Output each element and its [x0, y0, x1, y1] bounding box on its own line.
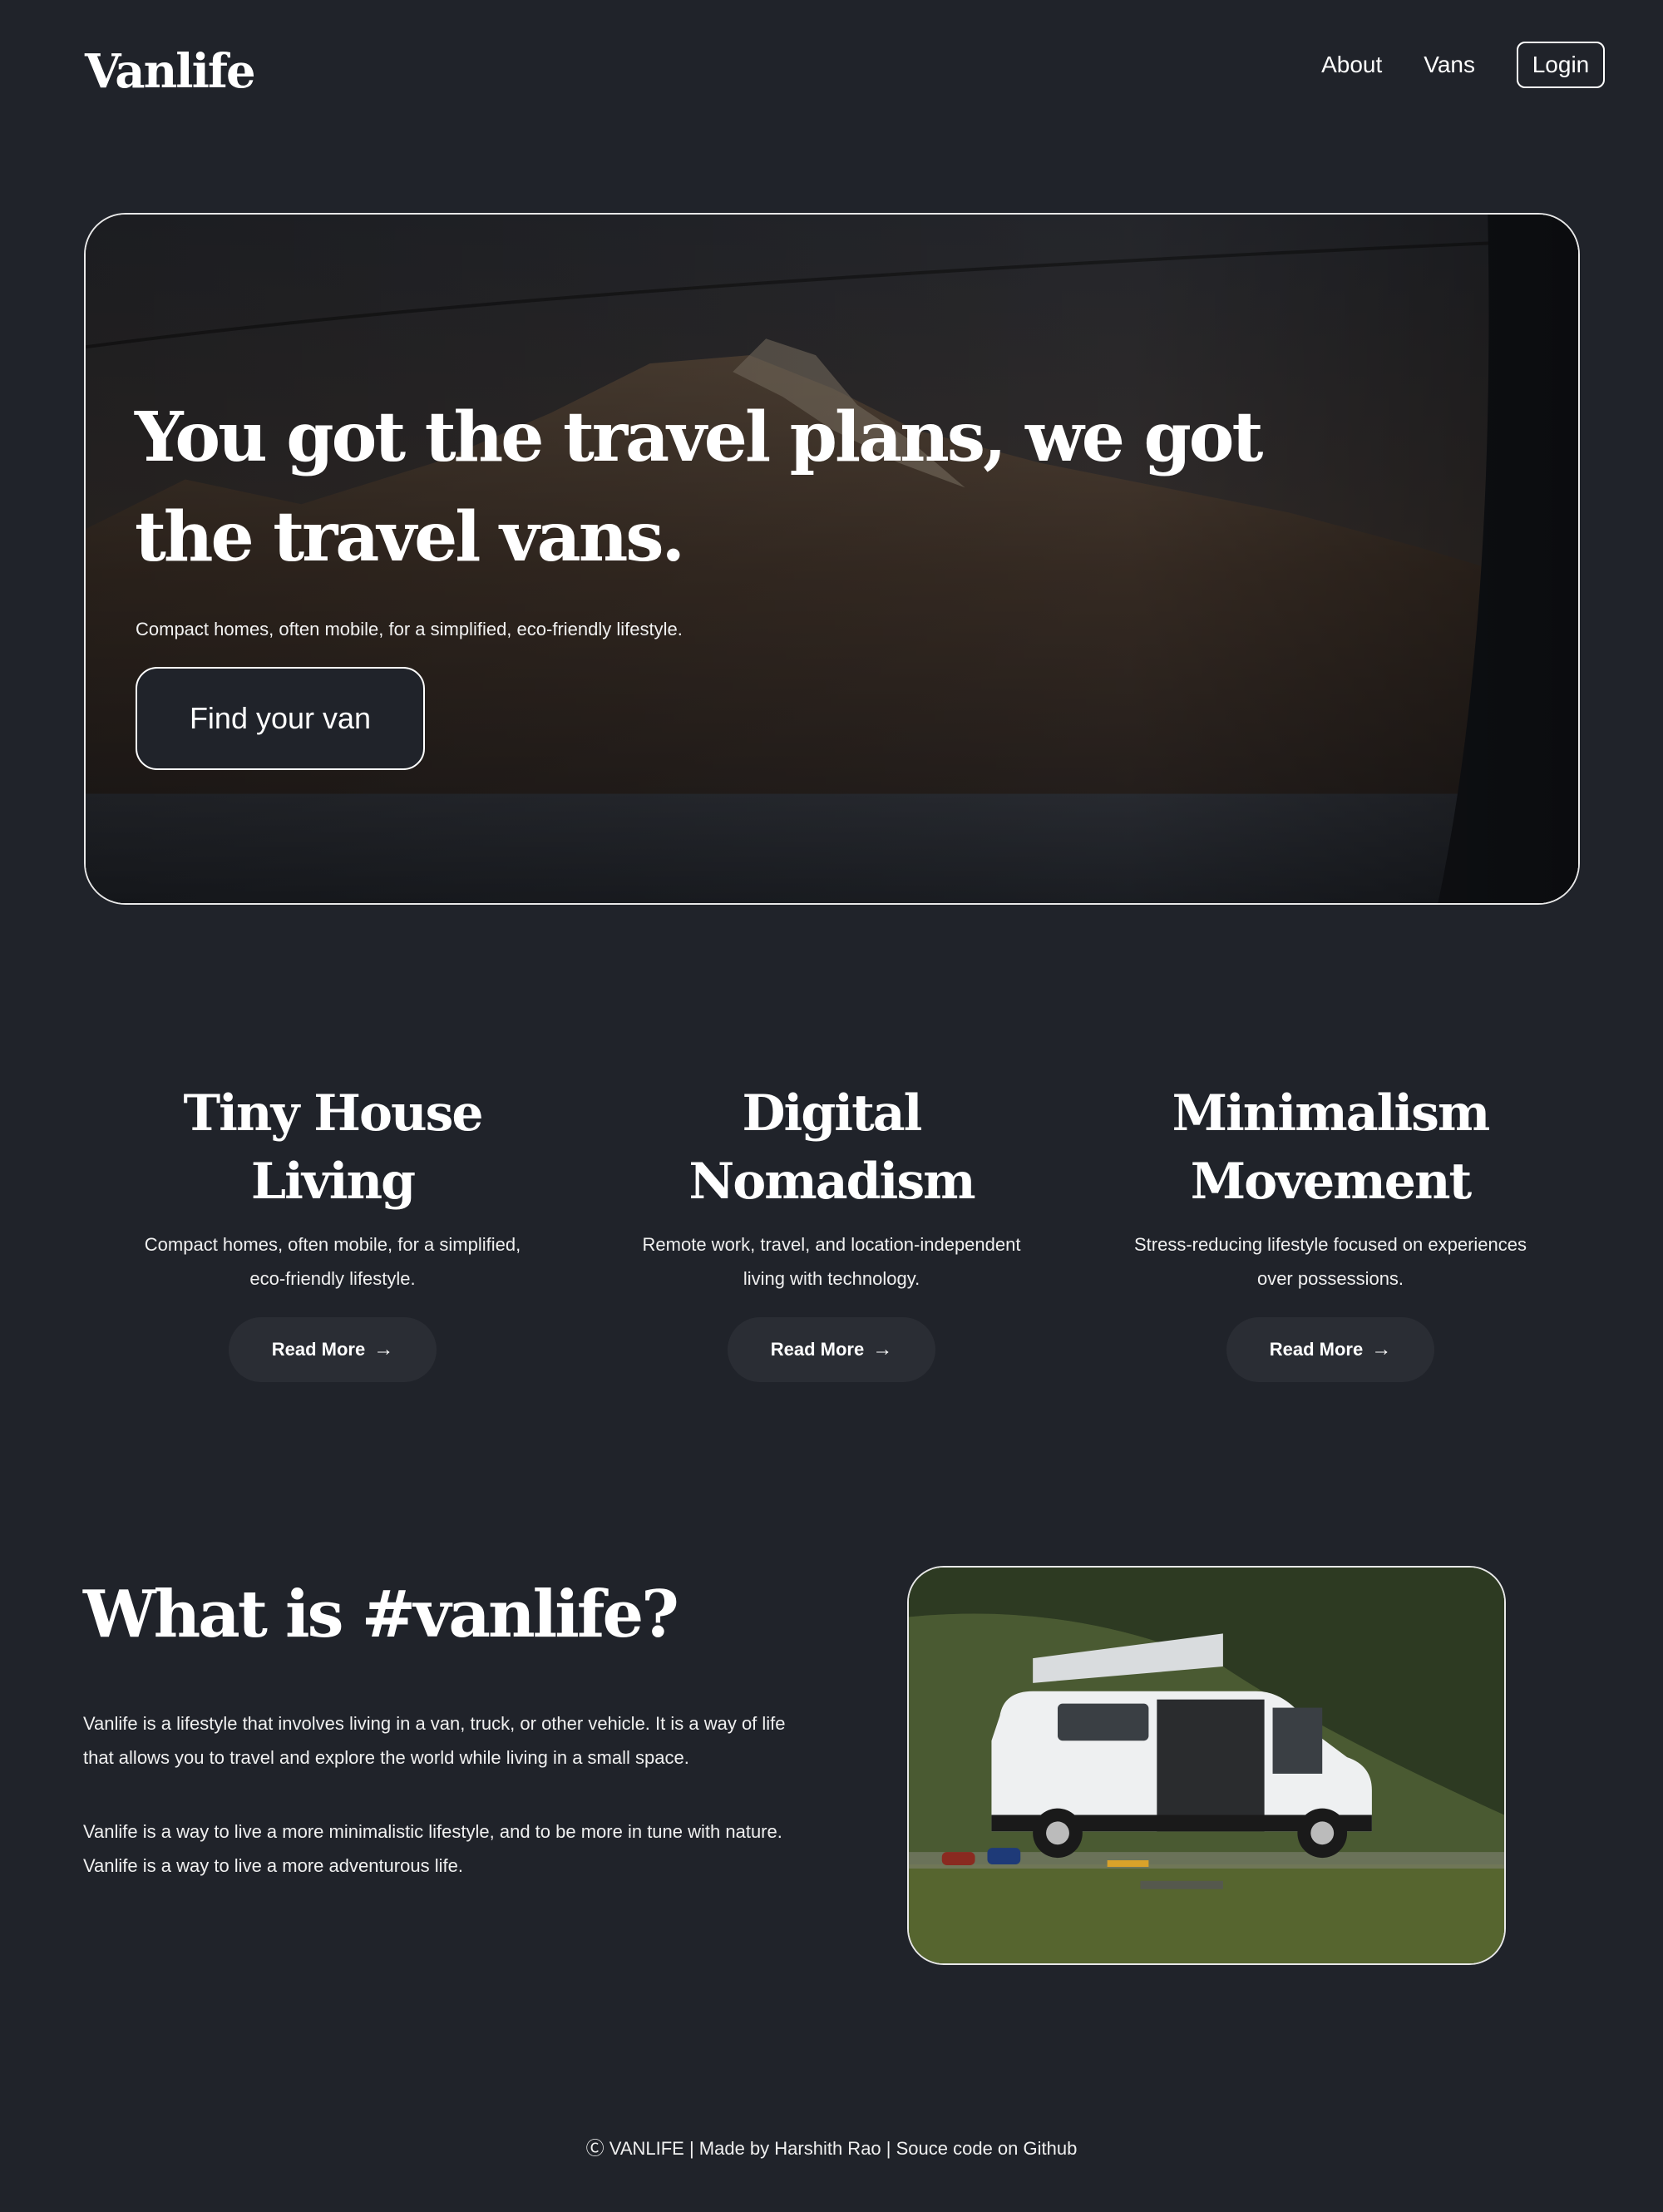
arrow-right-icon: →: [872, 1338, 893, 1360]
read-more-button[interactable]: Read More →: [728, 1317, 935, 1382]
about-paragraph: Vanlife is a way to live a more minimali…: [83, 1821, 782, 1876]
arrow-right-icon: →: [373, 1338, 394, 1360]
login-button[interactable]: Login: [1517, 42, 1605, 88]
hero-section: You got the travel plans, we got the tra…: [84, 213, 1580, 905]
feature-title: Minimalism Movement: [1172, 1084, 1491, 1211]
feature-description: Stress-reducing lifestyle focused on exp…: [1133, 1234, 1527, 1289]
feature-card-digital-nomadism: Digital Nomadism Remote work, travel, an…: [599, 1079, 1064, 1382]
site-logo[interactable]: Vanlife: [85, 42, 256, 101]
nav-link-about[interactable]: About: [1321, 52, 1382, 78]
nav-link-vans[interactable]: Vans: [1424, 52, 1475, 78]
feature-title: Digital Nomadism: [688, 1084, 975, 1211]
feature-card-minimalism: Minimalism Movement Stress-reducing life…: [1098, 1079, 1563, 1382]
feature-card-tiny-house: Tiny House Living Compact homes, often m…: [100, 1079, 565, 1382]
footer-text: Ⓒ VANLIFE | Made by Harshith Rao | Souce…: [585, 2138, 1078, 2159]
about-title: What is #vanlife?: [83, 1577, 679, 1652]
van-image: [907, 1566, 1506, 1965]
camper-van-photo: [909, 1568, 1504, 1963]
hero-subtitle: Compact homes, often mobile, for a simpl…: [136, 619, 683, 639]
arrow-right-icon: →: [1371, 1338, 1392, 1360]
read-more-label: Read More: [271, 1339, 366, 1360]
feature-description: Remote work, travel, and location-indepe…: [642, 1234, 1021, 1289]
about-paragraph: Vanlife is a lifestyle that involves liv…: [83, 1713, 786, 1768]
feature-title: Tiny House Living: [183, 1084, 483, 1211]
read-more-button[interactable]: Read More →: [229, 1317, 437, 1382]
main-nav: About Vans Login: [1321, 42, 1605, 88]
read-more-button[interactable]: Read More →: [1226, 1317, 1434, 1382]
read-more-label: Read More: [770, 1339, 865, 1360]
find-your-van-button[interactable]: Find your van: [136, 667, 425, 770]
hero-title: You got the travel plans, we got the tra…: [135, 397, 1263, 577]
feature-description: Compact homes, often mobile, for a simpl…: [144, 1234, 521, 1289]
read-more-label: Read More: [1269, 1339, 1364, 1360]
